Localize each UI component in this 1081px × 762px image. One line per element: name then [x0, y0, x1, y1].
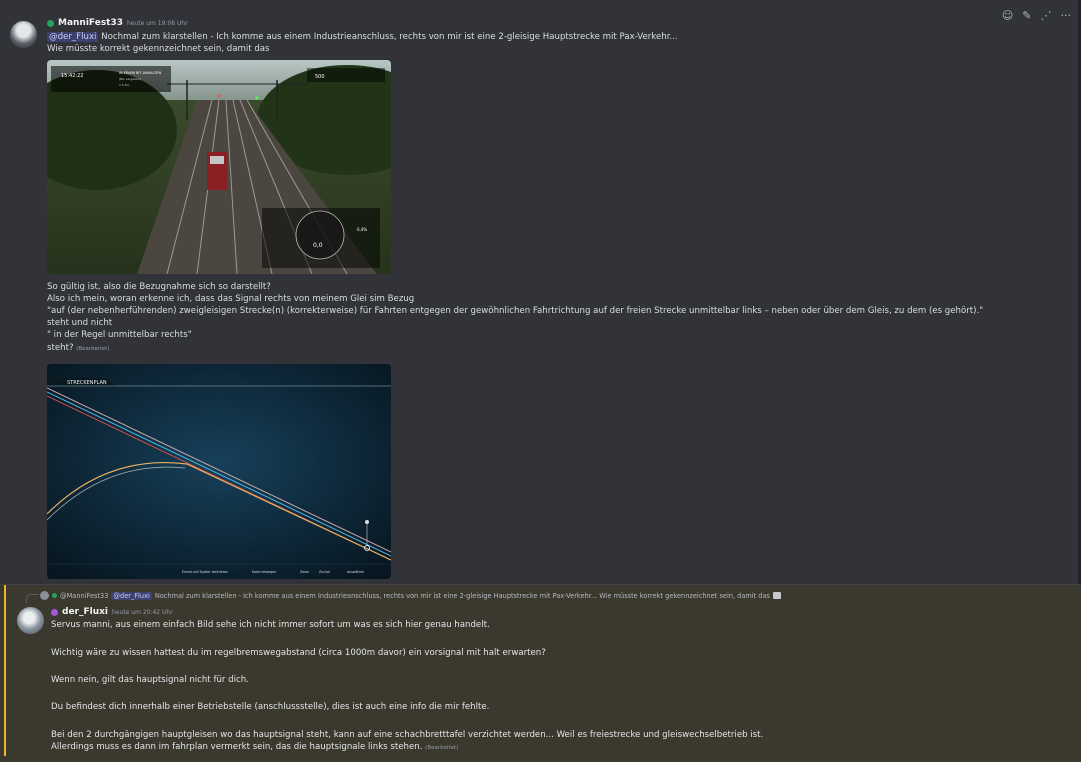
- map-control-zoom: Zoom: [300, 570, 309, 574]
- hud-info-sub: (Bis vergeben): [119, 77, 141, 81]
- emoji-icon[interactable]: ☺: [1002, 9, 1013, 22]
- status-dot-icon: [51, 608, 58, 616]
- message-line: So gültig ist, also die Bezugnahme sich …: [47, 282, 271, 292]
- hud-speed-limit: 500: [315, 74, 325, 80]
- message-line: "auf (der nebenherführenden) zweigleisig…: [47, 306, 984, 316]
- message-text: Allerdings muss es dann im fahrplan verm…: [51, 742, 423, 752]
- highlight-bar: [4, 585, 6, 756]
- hud-percent: 0,4%: [357, 227, 367, 232]
- map-title: STRECKENPLAN: [67, 380, 107, 386]
- message-line: steht? (Bearbeitet): [47, 343, 109, 355]
- message-line: steht und nicht: [47, 318, 113, 328]
- route-map-image[interactable]: STRECKENPLAN Erneut auf Spieler zentrier…: [47, 364, 391, 579]
- message-toolbar: ☺ ✎ ⋰ ···: [1002, 9, 1071, 22]
- mention[interactable]: @der_Fluxi: [47, 32, 99, 42]
- avatar[interactable]: [17, 607, 44, 634]
- message-line: Allerdings muss es dann im fahrplan verm…: [51, 742, 458, 752]
- map-control-select: Auswählen: [347, 570, 364, 574]
- map-control-back: Zurück: [319, 570, 330, 574]
- map-control-center: Erneut auf Spieler zentrieren: [182, 570, 228, 574]
- edit-icon[interactable]: ✎: [1022, 9, 1031, 22]
- timestamp: heute um 19:08 Uhr: [127, 19, 188, 27]
- username[interactable]: ManniFest33: [58, 18, 123, 28]
- map-control-move: Karte bewegen: [252, 570, 276, 574]
- message-text: Nochmal zum klarstellen - Ich komme aus …: [98, 32, 678, 42]
- reply-ref-user[interactable]: @ManniFest33: [60, 592, 108, 600]
- message-line: Wie müsste korrekt gekennzeichnet sein, …: [47, 44, 270, 54]
- message-line: @der_Fluxi Nochmal zum klarstellen - Ich…: [47, 32, 678, 43]
- message-header: der_Fluxi heute um 20:42 Uhr: [51, 607, 173, 617]
- status-dot-icon: [52, 593, 57, 598]
- mention[interactable]: @der_Fluxi: [111, 591, 152, 600]
- more-icon[interactable]: ···: [1061, 9, 1072, 22]
- hud-distance: 1,5 km: [119, 83, 129, 87]
- status-dot-icon: [47, 19, 54, 27]
- route-map-svg: STRECKENPLAN Erneut auf Spieler zentrier…: [47, 364, 391, 579]
- timestamp: heute um 20:42 Uhr: [112, 608, 173, 616]
- message-line: " in der Regel unmittelbar rechts": [47, 330, 192, 340]
- train-screenshot-image[interactable]: 15:42:22 IN EINEM BIT ANHALTEN (Bis verg…: [47, 60, 391, 274]
- hud-clock: 15:42:22: [61, 73, 83, 79]
- reply-ref-text: Nochmal zum klarstellen - Ich komme aus …: [154, 591, 770, 600]
- thread-icon[interactable]: ⋰: [1041, 9, 1052, 22]
- message-line: Servus manni, aus einem einfach Bild seh…: [51, 620, 490, 630]
- image-icon: [772, 592, 781, 599]
- mini-avatar-icon: [40, 591, 49, 600]
- reply-reference[interactable]: @ManniFest33 @der_Fluxi Nochmal zum klar…: [40, 591, 781, 600]
- train-scene-svg: 15:42:22 IN EINEM BIT ANHALTEN (Bis verg…: [47, 60, 391, 274]
- message-line: Du befindest dich innerhalb einer Betrie…: [51, 702, 490, 712]
- message-header: ManniFest33 heute um 19:08 Uhr: [47, 18, 188, 28]
- reply-connector: [26, 594, 39, 603]
- hud-info-title: IN EINEM BIT ANHALTEN: [119, 71, 162, 75]
- message-text: steht?: [47, 343, 74, 353]
- avatar[interactable]: [10, 21, 37, 48]
- message-line: Bei den 2 durchgängigen hauptgleisen wo …: [51, 730, 764, 740]
- edited-label: (Bearbeitet): [76, 346, 110, 352]
- username[interactable]: der_Fluxi: [62, 607, 108, 617]
- message-line: Wenn nein, gilt das hauptsignal nicht fü…: [51, 675, 249, 685]
- message-line: Also ich mein, woran erkenne ich, dass d…: [47, 294, 415, 304]
- edited-label: (Bearbeitet): [425, 745, 459, 751]
- hud-speed-value: 0,0: [313, 242, 323, 249]
- message-line: Wichtig wäre zu wissen hattest du im reg…: [51, 648, 546, 658]
